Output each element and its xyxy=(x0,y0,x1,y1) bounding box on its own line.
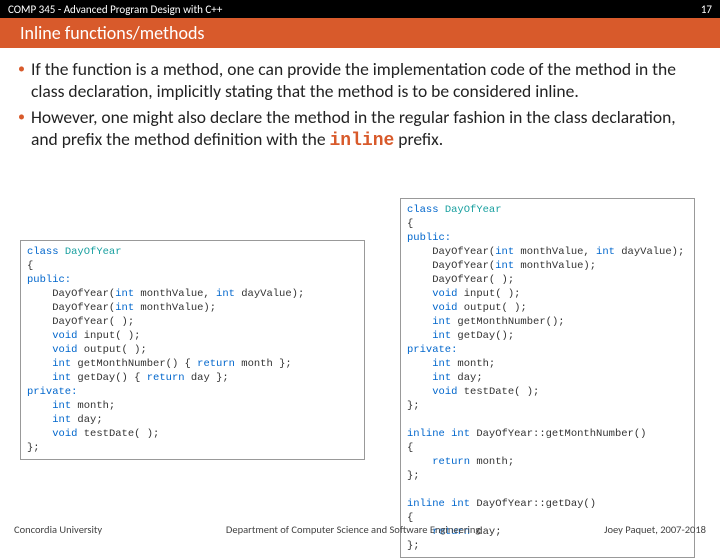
code-block-right: class DayOfYear { public: DayOfYear(int … xyxy=(400,198,695,558)
slide-title-bar: Inline functions/methods xyxy=(0,18,720,48)
inline-keyword: inline xyxy=(329,131,394,151)
content-area: • If the function is a method, one can p… xyxy=(0,48,720,152)
bullet-dot: • xyxy=(18,106,25,152)
footer-left: Concordia University xyxy=(14,523,102,536)
bullet-1: • If the function is a method, one can p… xyxy=(18,58,702,102)
bullet-2: • However, one might also declare the me… xyxy=(18,106,702,152)
bullet-dot: • xyxy=(18,58,25,102)
footer-right: Joey Paquet, 2007-2018 xyxy=(604,523,706,536)
footer-center: Department of Computer Science and Softw… xyxy=(102,523,604,536)
top-bar: COMP 345 - Advanced Program Design with … xyxy=(0,0,720,18)
bullet-text-1: If the function is a method, one can pro… xyxy=(31,58,702,102)
slide-number: 17 xyxy=(701,3,712,16)
code-block-left: class DayOfYear { public: DayOfYear(int … xyxy=(20,240,365,460)
footer: Concordia University Department of Compu… xyxy=(0,523,720,536)
slide-title: Inline functions/methods xyxy=(20,22,204,44)
course-label: COMP 345 - Advanced Program Design with … xyxy=(8,3,222,16)
bullet-text-2: However, one might also declare the meth… xyxy=(31,106,702,152)
